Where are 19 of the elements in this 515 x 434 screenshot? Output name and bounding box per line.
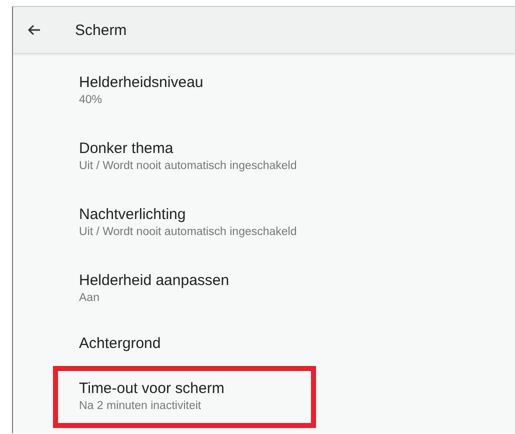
settings-item[interactable]: Time-out voor scherm Na 2 minuten inactiviteit (53, 366, 316, 428)
item-title: Helderheid aanpassen (79, 271, 230, 290)
item-summary: Uit / Wordt nooit automatisch ingeschakeld (79, 225, 298, 240)
item-summary: Uit / Wordt nooit automatisch ingeschakeld (79, 159, 298, 174)
item-title: Achtergrond (79, 334, 162, 352)
screen-title: Scherm (75, 22, 127, 38)
settings-item[interactable]: Achtergrond (53, 324, 316, 362)
item-title: Helderheidsniveau (79, 73, 204, 92)
settings-item[interactable]: Helderheid aanpassen Aan (53, 258, 316, 320)
item-title: Time-out voor scherm (79, 379, 226, 398)
settings-item[interactable]: Helderheidsniveau 40% (53, 60, 316, 122)
back-arrow-icon[interactable] (27, 24, 41, 36)
item-title: Nachtverlichting (79, 205, 187, 224)
item-title: Donker thema (79, 139, 174, 158)
item-summary: Na 2 minuten inactiviteit (79, 399, 202, 414)
settings-item[interactable]: Nachtverlichting Uit / Wordt nooit automatisch ingeschakeld (53, 192, 316, 254)
item-summary: Aan (79, 291, 100, 306)
item-summary: 40% (79, 93, 104, 108)
settings-item[interactable]: Donker thema Uit / Wordt nooit automatisch ingeschakeld (53, 126, 316, 188)
